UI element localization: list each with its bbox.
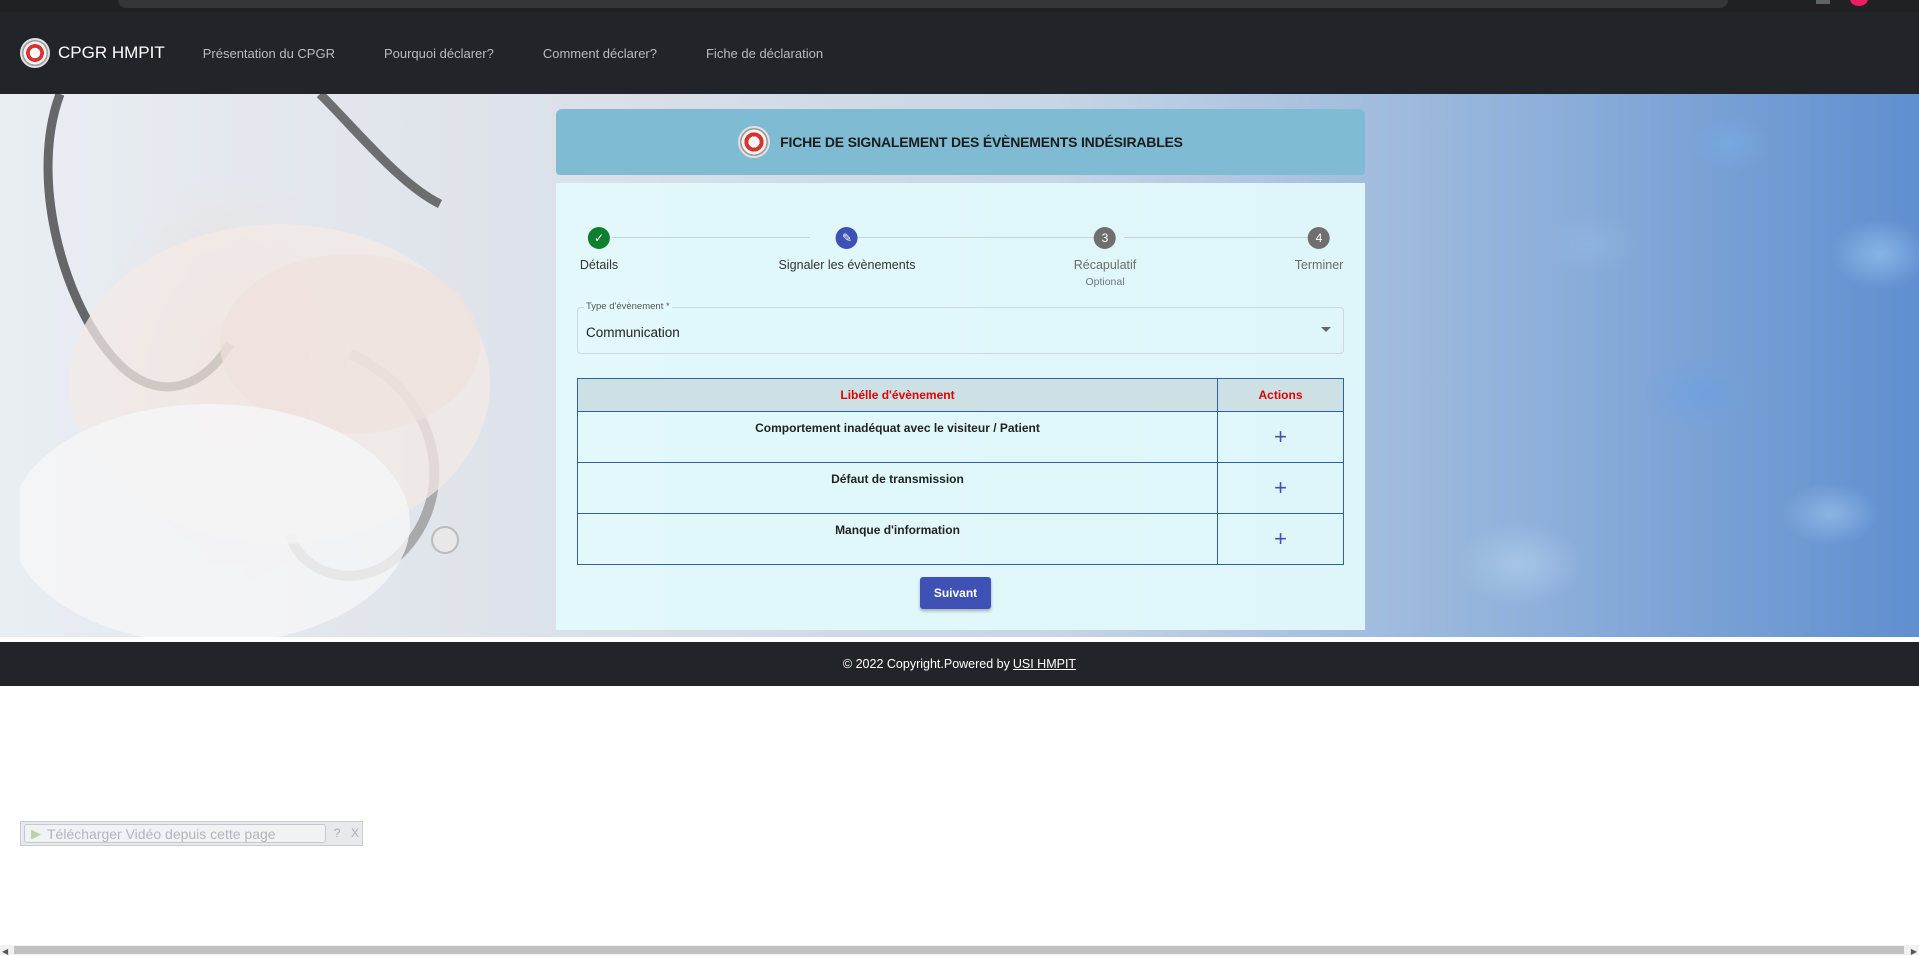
nav-link-pourquoi[interactable]: Pourquoi déclarer? — [384, 46, 494, 61]
add-icon[interactable]: + — [1274, 527, 1287, 550]
step-label: Récapulatif — [1073, 258, 1137, 272]
action-cell: + — [1217, 462, 1344, 514]
logo-icon — [20, 38, 50, 68]
step-details[interactable]: ✓ Détails — [580, 227, 618, 272]
extension-icon[interactable] — [1816, 0, 1830, 4]
brand[interactable]: CPGR HMPIT — [20, 38, 165, 68]
table-header-row: Libélle d'évènement Actions — [577, 378, 1344, 412]
download-video-label: Télécharger Vidéo depuis cette page — [47, 825, 276, 842]
play-icon: ▶ — [31, 825, 41, 841]
step-label: Signaler les évènements — [778, 258, 916, 272]
check-icon: ✓ — [588, 227, 610, 249]
nav-link-presentation[interactable]: Présentation du CPGR — [203, 46, 335, 61]
form-card: ✓ Détails ✎ Signaler les évènements 3 Ré… — [556, 183, 1365, 630]
step-recapulatif[interactable]: 3 Récapulatif Optional — [1073, 227, 1137, 288]
nav-link-comment[interactable]: Comment déclarer? — [543, 46, 657, 61]
horizontal-scrollbar[interactable]: ◀ ▶ — [0, 945, 1919, 956]
nav-link-fiche[interactable]: Fiche de déclaration — [706, 46, 823, 61]
step-number: 4 — [1308, 227, 1330, 249]
event-label: Manque d'information — [577, 513, 1218, 565]
column-header-label: Libélle d'évènement — [577, 378, 1218, 412]
event-label: Défaut de transmission — [577, 462, 1218, 514]
step-optional-label: Optional — [1085, 276, 1125, 288]
nav-links: Présentation du CPGR Pourquoi déclarer? … — [203, 46, 872, 61]
top-navbar: CPGR HMPIT Présentation du CPGR Pourquoi… — [0, 12, 1919, 94]
profile-avatar[interactable] — [1850, 0, 1868, 6]
table-row: Manque d'information + — [577, 513, 1344, 565]
browser-chrome-strip — [0, 0, 1919, 12]
table-row: Défaut de transmission + — [577, 462, 1344, 514]
table-row: Comportement inadéquat avec le visiteur … — [577, 411, 1344, 463]
logo-icon — [738, 126, 771, 158]
action-cell: + — [1217, 513, 1344, 565]
video-download-bar: ▶ Télécharger Vidéo depuis cette page ? … — [20, 821, 363, 846]
close-icon[interactable]: X — [348, 825, 362, 842]
form-header: FICHE DE SIGNALEMENT DES ÉVÈNEMENTS INDÉ… — [556, 109, 1365, 175]
address-bar[interactable] — [118, 0, 1728, 8]
event-type-label: Type d'évènement * — [584, 301, 672, 312]
add-icon[interactable]: + — [1274, 425, 1287, 448]
column-header-actions: Actions — [1217, 378, 1344, 412]
download-video-button[interactable]: ▶ Télécharger Vidéo depuis cette page — [24, 824, 327, 843]
action-cell: + — [1217, 411, 1344, 463]
step-label: Terminer — [1294, 258, 1344, 272]
help-icon[interactable]: ? — [330, 825, 344, 842]
footer: © 2022 Copyright.Powered by USI HMPIT — [0, 642, 1919, 686]
stepper: ✓ Détails ✎ Signaler les évènements 3 Ré… — [556, 205, 1365, 288]
step-label: Détails — [579, 258, 619, 272]
step-terminer[interactable]: 4 Terminer — [1294, 227, 1344, 272]
step-number: 3 — [1093, 227, 1116, 249]
next-button[interactable]: Suivant — [920, 577, 991, 609]
events-table: Libélle d'évènement Actions Comportement… — [577, 378, 1344, 565]
form-title: FICHE DE SIGNALEMENT DES ÉVÈNEMENTS INDÉ… — [780, 134, 1183, 150]
chevron-down-icon[interactable] — [1321, 327, 1331, 332]
stethoscope-hand-illustration — [20, 94, 490, 637]
brand-name[interactable]: CPGR HMPIT — [58, 43, 165, 63]
add-icon[interactable]: + — [1274, 476, 1287, 499]
step-signaler[interactable]: ✎ Signaler les évènements — [778, 227, 916, 272]
event-type-value: Communication — [586, 325, 680, 340]
pencil-icon: ✎ — [835, 227, 858, 249]
event-type-select[interactable]: Type d'évènement * Communication — [577, 301, 1344, 354]
event-label: Comportement inadéquat avec le visiteur … — [577, 411, 1218, 463]
footer-copyright: © 2022 Copyright.Powered by — [842, 657, 1010, 671]
footer-link[interactable]: USI HMPIT — [1013, 657, 1076, 671]
scrollbar-thumb[interactable] — [14, 946, 1904, 954]
